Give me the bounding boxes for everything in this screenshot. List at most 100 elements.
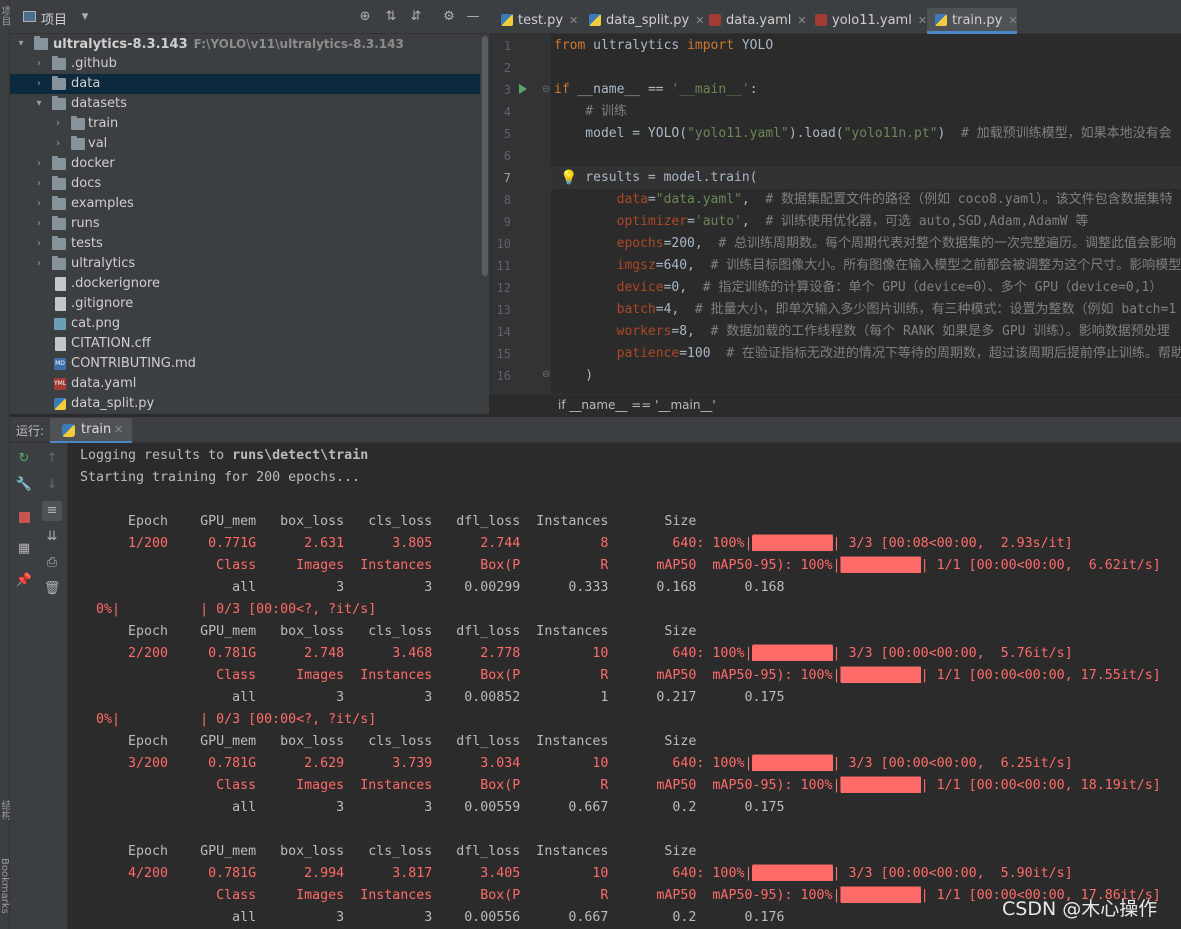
soft-wrap-icon[interactable]: ≡: [42, 501, 62, 521]
progress-bar: ██████████: [752, 756, 833, 771]
tree-item-label: datasets: [71, 96, 127, 111]
line-number: 1: [503, 39, 511, 53]
stripe-structure-tab[interactable]: 结构: [0, 800, 10, 820]
chevron-right-icon[interactable]: ›: [34, 54, 44, 74]
hide-icon[interactable]: —: [466, 10, 480, 24]
chevron-right-icon[interactable]: ›: [34, 174, 44, 194]
console-val-row: Class Images Instances Box(P R mAP50 mAP…: [80, 888, 1161, 903]
code-line-5: model = YOLO("yolo11.yaml").load("yolo11…: [554, 126, 1172, 141]
code-line-10: epochs=200, # 总训练周期数。每个周期代表对整个数据集的一次完整遍历…: [554, 236, 1177, 251]
tree-root[interactable]: ▾ ultralytics-8.3.143 F:\YOLO\v11\ultraly…: [10, 34, 480, 54]
tree-item-contributing[interactable]: MD CONTRIBUTING.md: [10, 354, 480, 374]
collapse-all-icon[interactable]: ⇵: [409, 10, 423, 24]
chevron-right-icon[interactable]: ›: [34, 74, 44, 94]
tree-item-data-yaml[interactable]: YML data.yaml: [10, 374, 480, 394]
console-train-row: 2/200 0.781G 2.748 3.468 2.778 10 640: 1…: [80, 646, 1073, 661]
line-number: 4: [503, 105, 511, 119]
chevron-down-icon[interactable]: ▾: [78, 10, 92, 24]
tree-item-train[interactable]: › train: [10, 114, 480, 134]
stripe-bookmarks-tab[interactable]: Bookmarks: [0, 858, 10, 914]
tree-item-ultralytics[interactable]: › ultralytics: [10, 254, 480, 274]
up-arrow-icon[interactable]: ↑: [42, 449, 62, 469]
tab-test-py[interactable]: test.py ✕: [501, 8, 585, 34]
tree-item-label: docs: [71, 176, 102, 191]
line-number: 7: [503, 171, 511, 185]
line-number: 9: [503, 215, 511, 229]
close-icon[interactable]: ✕: [797, 14, 806, 27]
fold-end-icon[interactable]: ⊖: [542, 369, 550, 380]
run-tab-train[interactable]: train ✕: [50, 418, 132, 443]
line-number: 3: [503, 83, 511, 97]
close-icon[interactable]: ✕: [114, 423, 123, 436]
console-progress: 0%| | 0/3 [00:00<?, ?it/s]: [80, 602, 377, 617]
tree-item-docs[interactable]: › docs: [10, 174, 480, 194]
chevron-down-icon[interactable]: ▾: [16, 34, 26, 54]
console-train-row: 4/200 0.781G 2.994 3.817 3.405 10 640: 1…: [80, 866, 1073, 881]
down-arrow-icon[interactable]: ↓: [42, 475, 62, 495]
run-panel-title: 运行:: [16, 424, 45, 438]
locate-icon[interactable]: ⊕: [358, 10, 372, 24]
wrench-icon[interactable]: 🔧: [14, 475, 34, 495]
code-line-8: data="data.yaml", # 数据集配置文件的路径（例如 coco8.…: [554, 192, 1173, 207]
close-icon[interactable]: ✕: [1008, 14, 1017, 27]
chevron-right-icon[interactable]: ›: [34, 234, 44, 254]
project-panel-title[interactable]: 项目: [41, 9, 67, 28]
chevron-right-icon[interactable]: ›: [34, 254, 44, 274]
tree-item-tests[interactable]: › tests: [10, 234, 480, 254]
tree-item-gitignore[interactable]: .gitignore: [10, 294, 480, 314]
console-all-row: all 3 3 0.00556 0.667 0.2 0.176: [80, 910, 785, 925]
close-icon[interactable]: ✕: [569, 14, 578, 27]
chevron-right-icon[interactable]: ›: [53, 114, 63, 134]
tree-item-label: examples: [71, 196, 134, 211]
chevron-right-icon[interactable]: ›: [34, 154, 44, 174]
tree-item-cat-png[interactable]: cat.png: [10, 314, 480, 334]
chevron-right-icon[interactable]: ›: [34, 214, 44, 234]
tree-item-label: docker: [71, 156, 115, 171]
yaml-file-icon: [709, 14, 721, 26]
close-icon[interactable]: ✕: [918, 14, 927, 27]
scroll-to-end-icon[interactable]: ⇊: [42, 527, 62, 547]
print-icon[interactable]: ⎙: [42, 553, 62, 573]
gear-icon[interactable]: ⚙: [442, 10, 456, 24]
project-view-icon: [23, 11, 36, 22]
tree-item-github[interactable]: › .github: [10, 54, 480, 74]
tree-item-datasets[interactable]: ▾ datasets: [10, 94, 480, 114]
fold-icon[interactable]: ⊖: [542, 84, 550, 95]
expand-all-icon[interactable]: ⇅: [384, 10, 398, 24]
pin-icon[interactable]: 📌: [14, 571, 34, 591]
breadcrumb-label[interactable]: if __name__ == '__main__': [558, 398, 716, 412]
stop-icon[interactable]: [19, 512, 30, 523]
tab-yolo11-yaml[interactable]: yolo11.yaml ✕: [815, 8, 927, 34]
close-icon[interactable]: ✕: [695, 14, 704, 27]
tree-item-data-split[interactable]: data_split.py: [10, 394, 480, 414]
console-all-row: all 3 3 0.00852 1 0.217 0.175: [80, 690, 785, 705]
tree-item-runs[interactable]: › runs: [10, 214, 480, 234]
tab-train-py[interactable]: train.py ✕: [927, 8, 1018, 34]
console-header: Epoch GPU_mem box_loss cls_loss dfl_loss…: [80, 624, 697, 639]
tree-item-examples[interactable]: › examples: [10, 194, 480, 214]
console-line: Starting training for 200 epochs...: [80, 470, 361, 485]
run-gutter-icon[interactable]: [519, 84, 527, 94]
tree-item-val[interactable]: › val: [10, 134, 480, 154]
tab-data-split-py[interactable]: data_split.py ✕: [589, 8, 704, 34]
chevron-right-icon[interactable]: ›: [53, 134, 63, 154]
chevron-down-icon[interactable]: ▾: [34, 94, 44, 114]
chevron-right-icon[interactable]: ›: [34, 194, 44, 214]
line-number: 13: [496, 303, 511, 317]
tree-item-label: cat.png: [71, 316, 121, 331]
tree-item-dockerignore[interactable]: .dockerignore: [10, 274, 480, 294]
rerun-icon[interactable]: ↻: [14, 449, 34, 469]
tree-item-data[interactable]: › data: [10, 74, 480, 94]
file-icon: [55, 297, 66, 311]
layout-icon[interactable]: ▦: [14, 539, 34, 559]
tree-scrollbar-thumb[interactable]: [482, 36, 488, 276]
tab-label: train.py: [952, 13, 1003, 28]
stripe-project-tab[interactable]: 项目: [0, 6, 10, 26]
line-number: 2: [503, 61, 511, 75]
tree-item-docker[interactable]: › docker: [10, 154, 480, 174]
breadcrumb[interactable]: if __name__ == '__main__': [489, 394, 1181, 416]
code-line-12: device=0, # 指定训练的计算设备：单个 GPU（device=0）、多…: [554, 280, 1163, 295]
tree-item-citation[interactable]: CITATION.cff: [10, 334, 480, 354]
tab-data-yaml[interactable]: data.yaml ✕: [709, 8, 809, 34]
trash-icon[interactable]: 🗑: [42, 579, 62, 599]
